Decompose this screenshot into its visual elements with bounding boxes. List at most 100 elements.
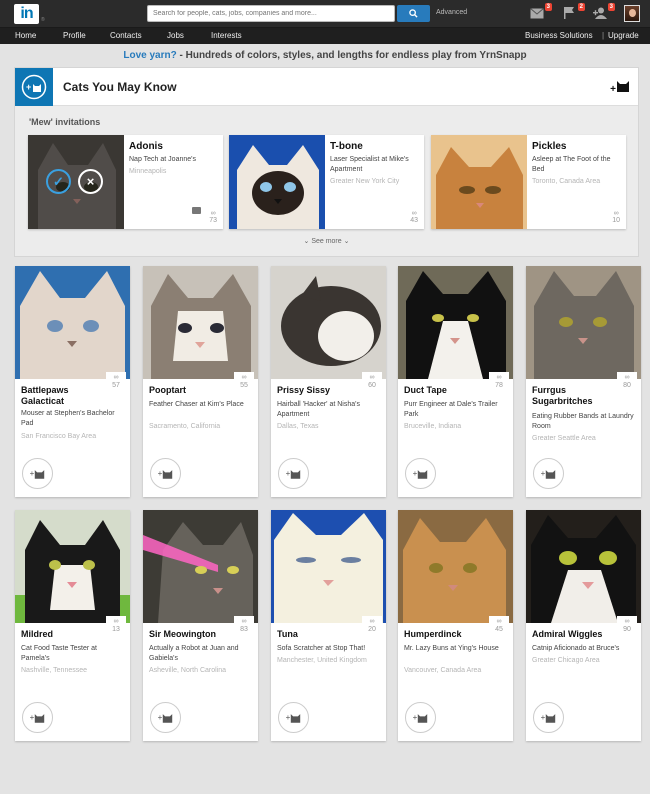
shared-connections-icon: ∞ bbox=[624, 618, 630, 625]
cat-head-icon bbox=[35, 469, 45, 479]
card-name[interactable]: Tuna bbox=[277, 629, 367, 640]
cat-photo bbox=[431, 135, 527, 229]
card-name[interactable]: Duct Tape bbox=[404, 385, 494, 396]
promo-link[interactable]: Love yarn? bbox=[123, 50, 176, 61]
cat-card[interactable]: ∞ 80 Furrgus Sugarbritches Eating Rubber … bbox=[526, 266, 641, 497]
nav-home[interactable]: Home bbox=[15, 31, 36, 40]
shared-connections-count: ∞ 73 bbox=[209, 210, 217, 224]
add-cat-button[interactable]: + bbox=[533, 702, 564, 733]
cat-card[interactable]: ∞ 83 Sir Meowington Actually a Robot at J… bbox=[143, 510, 258, 741]
nav-jobs[interactable]: Jobs bbox=[167, 31, 184, 40]
cat-card[interactable]: ∞ 90 Admiral Wiggles Catnip Aficionado at… bbox=[526, 510, 641, 741]
card-name[interactable]: Mildred bbox=[21, 629, 111, 640]
nav-contacts[interactable]: Contacts bbox=[110, 31, 142, 40]
shared-connections-icon: ∞ bbox=[624, 374, 630, 381]
add-cat-button[interactable]: + bbox=[405, 458, 436, 489]
cat-card[interactable]: ∞ 20 Tuna Sofa Scratcher at Stop That! Ma… bbox=[271, 510, 386, 741]
ignore-close-icon[interactable]: × bbox=[78, 169, 103, 194]
add-cat-button[interactable]: + bbox=[150, 458, 181, 489]
cat-head-icon bbox=[35, 713, 45, 723]
invitation-card[interactable]: ✓ × Adonis Nap Tech at Joanne's Minneapo… bbox=[28, 135, 223, 229]
card-name[interactable]: Humperdinck bbox=[404, 629, 494, 640]
add-cat-button[interactable]: + bbox=[22, 458, 53, 489]
add-cat-button[interactable]: + bbox=[22, 702, 53, 733]
cat-photo bbox=[271, 510, 386, 623]
add-cat-button[interactable]: + bbox=[533, 458, 564, 489]
promo-banner: Love yarn? - Hundreds of colors, styles,… bbox=[0, 50, 650, 61]
add-cat-button[interactable]: + bbox=[278, 458, 309, 489]
card-name[interactable]: Prissy Sissy bbox=[277, 385, 367, 396]
accept-check-icon[interactable]: ✓ bbox=[46, 169, 71, 194]
invitation-name[interactable]: Adonis bbox=[129, 141, 163, 152]
add-cat-button[interactable]: + bbox=[150, 702, 181, 733]
cat-card[interactable]: ∞ 60 Prissy Sissy Hairball 'Hacker' at Ni… bbox=[271, 266, 386, 497]
card-count: 80 bbox=[623, 382, 631, 389]
see-more-button[interactable]: ⌄ See more ⌄ bbox=[15, 237, 638, 245]
add-cat-button[interactable]: + bbox=[278, 702, 309, 733]
search-button[interactable] bbox=[397, 5, 430, 22]
cat-card[interactable]: ∞ 13 Mildred Cat Food Taste Tester at Pam… bbox=[15, 510, 130, 741]
cat-card[interactable]: ∞ 55 Pooptart Feather Chaser at Kim's Pla… bbox=[143, 266, 258, 497]
card-headline: Mouser at Stephen's Bachelor Pad bbox=[21, 410, 115, 427]
nav-interests[interactable]: Interests bbox=[211, 31, 242, 40]
invitation-headline: Nap Tech at Joanne's bbox=[129, 156, 196, 163]
nav-upgrade[interactable]: Upgrade bbox=[608, 31, 639, 40]
shared-connections-icon: ∞ bbox=[369, 618, 375, 625]
notifications-badge: 2 bbox=[577, 3, 585, 11]
shared-connections-icon: ∞ bbox=[113, 374, 119, 381]
cat-card[interactable]: ∞ 78 Duct Tape Purr Engineer at Dale's Tr… bbox=[398, 266, 513, 497]
envelope-icon bbox=[530, 8, 544, 19]
cat-photo bbox=[526, 266, 641, 379]
cat-head-icon bbox=[291, 713, 301, 723]
see-more-label: See more bbox=[311, 238, 342, 245]
nav-bar: Home Profile Contacts Jobs Interests Bus… bbox=[0, 28, 650, 44]
cat-photo bbox=[15, 266, 130, 379]
cat-card[interactable]: ∞ 57 Battlepaws Galacticat Mouser at Step… bbox=[15, 266, 130, 497]
message-icon[interactable] bbox=[192, 207, 201, 214]
invites-badge: 3 bbox=[607, 3, 615, 11]
card-name[interactable]: Sir Meowington bbox=[149, 629, 239, 640]
invitation-card[interactable]: T-bone Laser Specialist at Mike's Apartm… bbox=[229, 135, 424, 229]
messages-button[interactable]: 3 bbox=[530, 3, 552, 20]
add-cat-button[interactable]: + bbox=[405, 702, 436, 733]
invitation-headline: Laser Specialist at Mike's Apartment bbox=[330, 156, 409, 173]
cat-photo bbox=[229, 135, 325, 229]
card-location: Asheville, North Carolina bbox=[149, 667, 227, 674]
card-count: 20 bbox=[368, 626, 376, 633]
card-count: 45 bbox=[495, 626, 503, 633]
cat-head-icon bbox=[617, 81, 629, 92]
invitation-count: 10 bbox=[612, 217, 620, 224]
promo-text: - Hundreds of colors, styles, and length… bbox=[176, 50, 527, 61]
card-location: Sacramento, California bbox=[149, 423, 221, 430]
profile-avatar[interactable] bbox=[624, 5, 640, 22]
cat-photo bbox=[271, 266, 386, 379]
advanced-search-link[interactable]: Advanced bbox=[436, 9, 467, 16]
search-input[interactable] bbox=[147, 5, 395, 22]
invitation-card[interactable]: Pickles Asleep at The Foot of the Bed To… bbox=[431, 135, 626, 229]
card-name[interactable]: Battlepaws Galacticat bbox=[21, 385, 111, 407]
cats-you-may-know-panel: + Cats You May Know + 'Mew' invitations … bbox=[14, 67, 639, 257]
card-count: 60 bbox=[368, 382, 376, 389]
cat-photo bbox=[143, 510, 258, 623]
card-location: Greater Chicago Area bbox=[532, 657, 600, 664]
invitation-name[interactable]: Pickles bbox=[532, 141, 566, 152]
invitation-name[interactable]: T-bone bbox=[330, 141, 363, 152]
card-name[interactable]: Furrgus Sugarbritches bbox=[532, 385, 622, 407]
cat-head-icon bbox=[163, 713, 173, 723]
panel-title: Cats You May Know bbox=[63, 80, 177, 94]
notifications-button[interactable]: 2 bbox=[563, 3, 585, 20]
add-cat-button[interactable]: + bbox=[610, 80, 630, 95]
card-headline: Purr Engineer at Dale's Trailer Park bbox=[404, 401, 498, 418]
card-name[interactable]: Pooptart bbox=[149, 385, 239, 396]
card-location: Nashville, Tennessee bbox=[21, 667, 88, 674]
nav-profile[interactable]: Profile bbox=[63, 31, 86, 40]
card-headline: Cat Food Taste Tester at Pamela's bbox=[21, 645, 98, 662]
nav-business-solutions[interactable]: Business Solutions bbox=[525, 31, 593, 40]
cat-card[interactable]: ∞ 45 Humperdinck Mr. Lazy Buns at Ying's … bbox=[398, 510, 513, 741]
card-name[interactable]: Admiral Wiggles bbox=[532, 629, 622, 640]
invitation-headline: Asleep at The Foot of the Bed bbox=[532, 156, 611, 173]
shared-connections-icon: ∞ bbox=[411, 210, 417, 217]
shared-connections-count: ∞ 43 bbox=[410, 210, 418, 224]
invites-button[interactable]: 3 bbox=[593, 3, 615, 20]
linkedin-logo[interactable]: in bbox=[14, 4, 39, 24]
